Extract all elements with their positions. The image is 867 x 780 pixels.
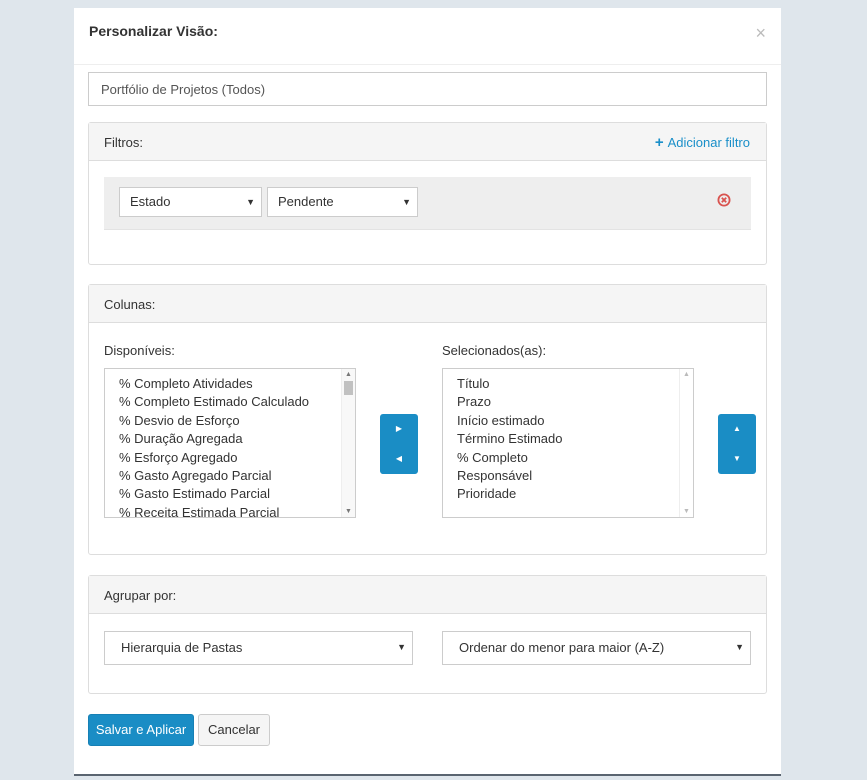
save-apply-button[interactable]: Salvar e Aplicar xyxy=(88,714,194,746)
add-filter-label: Adicionar filtro xyxy=(667,135,750,150)
columns-panel-heading: Colunas: xyxy=(89,285,766,323)
list-item[interactable]: % Gasto Estimado Parcial xyxy=(119,485,355,503)
selected-items: Título Prazo Início estimado Término Estima… xyxy=(443,369,693,504)
filters-panel-heading: Filtros: + Adicionar filtro xyxy=(89,123,766,161)
filter-value-value: Pendente xyxy=(278,194,334,209)
columns-title: Colunas: xyxy=(104,297,156,312)
reorder-buttons: ▲ ▼ xyxy=(718,414,756,474)
move-up-icon[interactable]: ▲ xyxy=(718,424,756,433)
list-item[interactable]: % Duração Agregada xyxy=(119,430,355,448)
list-item[interactable]: % Receita Estimada Parcial xyxy=(119,504,355,517)
plus-icon: + xyxy=(654,134,664,151)
chevron-down-icon: ▼ xyxy=(397,642,406,652)
close-icon[interactable]: × xyxy=(755,24,766,42)
list-item[interactable]: % Completo Atividades xyxy=(119,375,355,393)
scroll-thumb[interactable] xyxy=(344,381,353,395)
scroll-down-icon[interactable]: ▼ xyxy=(345,508,352,515)
move-down-icon[interactable]: ▼ xyxy=(718,454,756,463)
selected-scrollbar[interactable]: ▲ ▼ xyxy=(679,369,693,517)
available-columns-list[interactable]: % Completo Atividades% Completo Estimado… xyxy=(104,368,356,518)
group-by-panel: Agrupar por: Hierarquia de Pastas ▼ Orde… xyxy=(88,575,767,694)
filter-row: Estado ▼ Pendente ▼ xyxy=(104,177,751,230)
add-filter-link[interactable]: + Adicionar filtro xyxy=(655,134,750,151)
filters-title: Filtros: xyxy=(104,135,143,150)
order-select[interactable]: Ordenar do menor para maior (A-Z) ▼ xyxy=(442,631,751,665)
list-item[interactable]: % Completo Estimado Calculado xyxy=(119,393,355,411)
filter-field-value: Estado xyxy=(130,194,171,209)
move-left-icon[interactable]: ◀ xyxy=(380,454,418,463)
list-item[interactable]: Término Estimado xyxy=(457,430,693,448)
cancel-button[interactable]: Cancelar xyxy=(198,714,270,746)
group-by-select[interactable]: Hierarquia de Pastas ▼ xyxy=(104,631,413,665)
selected-label: Selecionados(as): xyxy=(442,343,547,358)
dialog-title: Personalizar Visão: xyxy=(89,23,218,39)
chevron-down-icon: ▼ xyxy=(402,197,411,207)
scroll-up-icon[interactable]: ▲ xyxy=(683,371,690,378)
available-items: % Completo Atividades% Completo Estimado… xyxy=(105,369,355,517)
filters-panel: Filtros: + Adicionar filtro Estado ▼ Pend… xyxy=(88,122,767,265)
group-by-panel-heading: Agrupar por: xyxy=(89,576,766,614)
list-item[interactable]: Prazo xyxy=(457,393,693,411)
list-item[interactable]: % Desvio de Esforço xyxy=(119,412,355,430)
available-label: Disponíveis: xyxy=(104,343,175,358)
view-name-input[interactable] xyxy=(88,72,767,106)
group-by-title: Agrupar por: xyxy=(104,588,177,603)
columns-panel: Colunas: Disponíveis: Selecionados(as): … xyxy=(88,284,767,555)
move-buttons: ▶ ◀ xyxy=(380,414,418,474)
list-item[interactable]: Título xyxy=(457,375,693,393)
move-right-icon[interactable]: ▶ xyxy=(380,424,418,433)
list-item[interactable]: % Esforço Agregado xyxy=(119,449,355,467)
order-value: Ordenar do menor para maior (A-Z) xyxy=(459,640,665,655)
dialog-header: Personalizar Visão: × xyxy=(74,8,781,65)
list-item[interactable]: Prioridade xyxy=(457,485,693,503)
scroll-down-icon[interactable]: ▼ xyxy=(683,508,690,515)
available-scrollbar[interactable]: ▲ ▼ xyxy=(341,369,355,517)
filter-field-select[interactable]: Estado ▼ xyxy=(119,187,262,217)
list-item[interactable]: % Gasto Agregado Parcial xyxy=(119,467,355,485)
customize-view-dialog: Personalizar Visão: × Filtros: +Adiciona… xyxy=(74,8,781,776)
selected-columns-list[interactable]: Título Prazo Início estimado Término Estima… xyxy=(442,368,694,518)
remove-filter-icon[interactable] xyxy=(717,193,731,207)
chevron-down-icon: ▼ xyxy=(246,197,255,207)
filter-value-select[interactable]: Pendente ▼ xyxy=(267,187,418,217)
list-item[interactable]: Início estimado xyxy=(457,412,693,430)
list-item[interactable]: Responsável xyxy=(457,467,693,485)
list-item[interactable]: % Completo xyxy=(457,449,693,467)
scroll-up-icon[interactable]: ▲ xyxy=(345,371,352,378)
group-by-value: Hierarquia de Pastas xyxy=(121,640,243,655)
chevron-down-icon: ▼ xyxy=(735,642,744,652)
